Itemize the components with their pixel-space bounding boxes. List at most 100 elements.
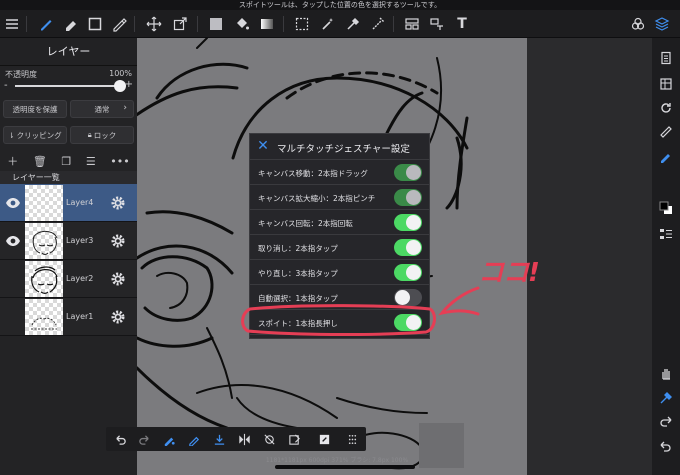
lock-icon: 🔒︎ bbox=[87, 130, 92, 139]
layout-icon[interactable] bbox=[402, 14, 422, 34]
layer-row-layer4[interactable]: Layer4 bbox=[0, 184, 137, 222]
gear-icon[interactable] bbox=[110, 195, 126, 211]
reference-icon[interactable] bbox=[316, 431, 332, 447]
dialog-title: マルチタッチジェスチャー設定 bbox=[277, 144, 410, 155]
canvas-info-text: 1181*1181px 600dpi 371% ブラシ: 7.8px 100% bbox=[265, 457, 409, 464]
gesture-option-label: キャンバス拡大縮小：2本指ピンチ bbox=[258, 194, 376, 203]
duplicate-layer-icon[interactable]: ❐ bbox=[61, 155, 71, 168]
gradient-icon[interactable] bbox=[257, 14, 277, 34]
magic-wand-icon[interactable] bbox=[318, 14, 338, 34]
undo-icon[interactable] bbox=[658, 438, 674, 454]
protect-blend-row: 透明度を保護 通常 › bbox=[3, 100, 134, 118]
opacity-value: 100% bbox=[109, 69, 132, 78]
brush-icon[interactable] bbox=[36, 14, 56, 34]
more-options-icon[interactable]: ••• bbox=[110, 155, 129, 168]
lock-label: ロック bbox=[93, 130, 117, 140]
clear-icon[interactable] bbox=[286, 431, 302, 447]
layer-thumbnail bbox=[25, 223, 63, 259]
redo-icon[interactable] bbox=[658, 414, 674, 430]
clip-icon: ⇂ bbox=[8, 130, 15, 140]
eyedropper-icon[interactable] bbox=[343, 14, 363, 34]
toggle-knob bbox=[406, 190, 421, 205]
hand-icon[interactable] bbox=[658, 365, 674, 381]
redo-icon[interactable] bbox=[136, 431, 152, 447]
layer-list-empty-area bbox=[0, 336, 137, 437]
page-icon[interactable] bbox=[658, 50, 674, 66]
pen-settings-icon[interactable] bbox=[186, 431, 202, 447]
close-icon[interactable]: ✕ bbox=[256, 139, 270, 153]
add-layer-icon[interactable]: ＋ bbox=[7, 153, 18, 169]
bucket-icon[interactable] bbox=[232, 14, 252, 34]
material-icon[interactable] bbox=[658, 76, 674, 92]
layer-list-icon[interactable]: ☰ bbox=[86, 155, 96, 168]
gesture-toggle-switch[interactable] bbox=[394, 239, 422, 256]
rotate-icon[interactable] bbox=[658, 100, 674, 116]
color-swap-icon[interactable] bbox=[658, 200, 674, 216]
selection-icon[interactable] bbox=[292, 14, 312, 34]
layer-row-layer1[interactable]: Layer1 bbox=[0, 298, 137, 336]
flip-icon[interactable] bbox=[236, 431, 252, 447]
lasso-icon[interactable] bbox=[368, 14, 388, 34]
rectangle-icon[interactable] bbox=[85, 14, 105, 34]
ruler-icon[interactable] bbox=[658, 124, 674, 140]
text-icon[interactable]: T bbox=[452, 14, 472, 34]
top-toolbar: T bbox=[0, 10, 680, 38]
annotation-text: ココ! bbox=[478, 258, 540, 288]
gesture-option-label: 取り消し：2本指タップ bbox=[258, 244, 338, 253]
eyedropper-icon[interactable] bbox=[658, 390, 674, 406]
opacity-slider[interactable] bbox=[15, 80, 126, 92]
eye-icon[interactable] bbox=[5, 196, 21, 210]
layer-row-layer3[interactable]: Layer3 bbox=[0, 222, 137, 260]
protect-alpha-button[interactable]: 透明度を保護 bbox=[3, 100, 67, 118]
lock-button[interactable]: 🔒︎ ロック bbox=[70, 126, 134, 144]
gesture-toggle-switch[interactable] bbox=[394, 189, 422, 206]
layer-name: Layer2 bbox=[66, 274, 94, 283]
save-icon[interactable] bbox=[211, 431, 227, 447]
color-fill-icon[interactable] bbox=[206, 14, 226, 34]
gesture-toggle-switch[interactable] bbox=[394, 164, 422, 181]
crop-icon[interactable] bbox=[427, 14, 447, 34]
move-icon[interactable] bbox=[144, 14, 164, 34]
chevron-right-icon: › bbox=[123, 103, 127, 113]
clip-lock-row: ⇂ クリッピング 🔒︎ ロック bbox=[3, 126, 134, 144]
gesture-toggle-switch[interactable] bbox=[394, 264, 422, 281]
gear-icon[interactable] bbox=[110, 271, 126, 287]
layer-name: Layer4 bbox=[66, 198, 94, 207]
eye-icon[interactable] bbox=[5, 234, 21, 248]
toolbar-divider bbox=[197, 16, 198, 32]
home-indicator[interactable] bbox=[275, 465, 415, 469]
pen-icon[interactable] bbox=[109, 14, 129, 34]
layer-panel: レイヤー 不透明度 100% - + 透明度を保護 通常 › ⇂ クリッピング 🔒︎… bbox=[0, 38, 137, 475]
snap-off-icon[interactable] bbox=[261, 431, 277, 447]
grid-icon[interactable] bbox=[344, 431, 360, 447]
bottom-toolbar bbox=[106, 427, 366, 451]
palette-icon[interactable] bbox=[658, 226, 674, 242]
stabilizer-icon[interactable] bbox=[161, 431, 177, 447]
opacity-increase-button[interactable]: + bbox=[125, 79, 133, 90]
gesture-toggle-switch[interactable] bbox=[394, 214, 422, 231]
status-message: スポイトツールは、タップした位置の色を選択するツールです。 bbox=[0, 0, 680, 10]
clipping-button[interactable]: ⇂ クリッピング bbox=[3, 126, 67, 144]
gesture-option-row: やり直し：3本指タップ bbox=[250, 261, 429, 285]
brush-size-icon[interactable] bbox=[658, 148, 674, 164]
undo-icon[interactable] bbox=[112, 431, 128, 447]
layers-icon[interactable] bbox=[652, 14, 672, 34]
app-window: スポイトツールは、タップした位置の色を選択するツールです。 T レイヤー 不透明… bbox=[0, 0, 680, 475]
delete-layer-icon[interactable]: 🗑︎ bbox=[33, 155, 47, 168]
opacity-slider-fill bbox=[15, 85, 120, 87]
eraser-icon[interactable] bbox=[60, 14, 80, 34]
transform-icon[interactable] bbox=[170, 14, 190, 34]
menu-icon[interactable] bbox=[2, 14, 22, 34]
gear-icon[interactable] bbox=[110, 233, 126, 249]
layer-thumbnail bbox=[25, 299, 63, 335]
blend-mode-select[interactable]: 通常 › bbox=[70, 100, 134, 118]
toggle-knob bbox=[406, 215, 421, 230]
layer-name: Layer3 bbox=[66, 236, 94, 245]
gear-icon[interactable] bbox=[110, 309, 126, 325]
layer-row-layer2[interactable]: Layer2 bbox=[0, 260, 137, 298]
materials-icon[interactable] bbox=[628, 14, 648, 34]
opacity-decrease-button[interactable]: - bbox=[4, 80, 8, 91]
gesture-option-row: キャンバス拡大縮小：2本指ピンチ bbox=[250, 186, 429, 210]
protect-alpha-label: 透明度を保護 bbox=[12, 104, 58, 114]
sketch-thumbnail-image bbox=[31, 317, 57, 330]
